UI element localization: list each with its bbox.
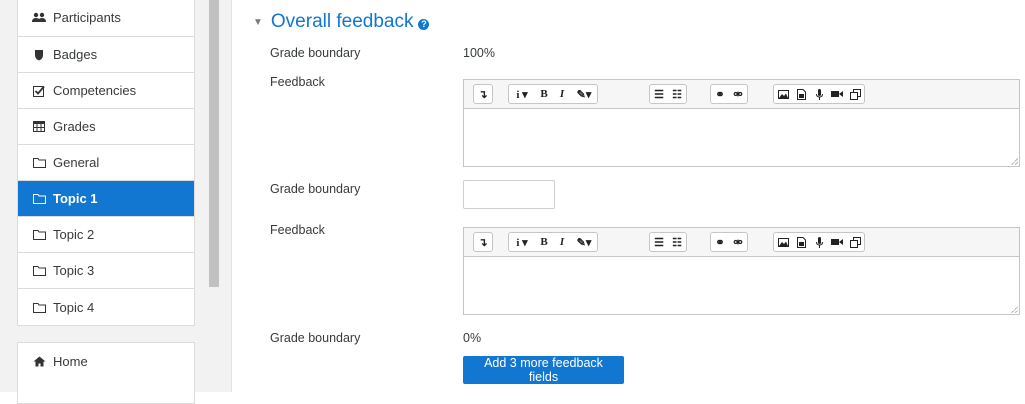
grade-boundary-label: Grade boundary [270,46,361,60]
collapse-icon[interactable]: ↴ [474,233,492,251]
toolbar-group-links: ⚭ ⚮ [710,84,748,104]
image-icon[interactable] [774,233,792,251]
grade-boundary-input[interactable] [463,180,555,209]
table-icon [31,121,47,132]
ordered-list-icon[interactable]: ☷ [668,85,686,103]
sidebar-item-competencies[interactable]: Competencies [18,73,194,109]
media-icon[interactable] [792,85,810,103]
text-color-icon[interactable]: ✎▾ [571,85,597,103]
checkbox-icon [31,85,47,97]
sidebar-item-label: Competencies [53,83,137,98]
site-nav-block: Home [17,342,195,404]
toolbar-group-collapse: ↴ [473,232,493,252]
manage-files-icon[interactable] [846,85,864,103]
home-icon [31,356,47,367]
editor-toolbar: ↴ i ▾ B I ✎▾ ☰ ☷ ⚭ ⚮ [464,80,1019,109]
grade-boundary-label: Grade boundary [270,182,361,196]
paragraph-style-icon[interactable]: i ▾ [509,85,535,103]
sidebar-item-topic-3[interactable]: Topic 3 [18,253,194,289]
sidebar-item-topic-2[interactable]: Topic 2 [18,217,194,253]
help-icon[interactable]: ? [418,18,430,30]
section-header-overall-feedback[interactable]: ▼ Overall feedback ? [253,11,430,33]
toolbar-group-lists: ☰ ☷ [649,84,687,104]
toolbar-group-lists: ☰ ☷ [649,232,687,252]
sidebar-item-label: Badges [53,47,98,62]
sidebar-item-label: Participants [53,10,121,25]
unordered-list-icon[interactable]: ☰ [650,85,668,103]
bold-icon[interactable]: B [535,85,553,103]
sidebar-divider [231,0,232,392]
link-icon[interactable]: ⚭ [711,233,729,251]
toolbar-group-style: i ▾ B I ✎▾ [508,84,598,104]
sidebar-item-grades[interactable]: Grades [18,109,194,145]
record-video-icon[interactable] [828,233,846,251]
section-title: Overall feedback [270,11,414,32]
text-color-icon[interactable]: ✎▾ [571,233,597,251]
italic-icon[interactable]: I [553,233,571,251]
manage-files-icon[interactable] [846,233,864,251]
toolbar-group-style: i ▾ B I ✎▾ [508,232,598,252]
feedback-editor-2: ↴ i ▾ B I ✎▾ ☰ ☷ ⚭ ⚮ [463,227,1020,315]
resize-handle-icon[interactable] [1011,306,1018,313]
sidebar-item-topic-4[interactable]: Topic 4 [18,289,194,325]
link-icon[interactable]: ⚭ [711,85,729,103]
folder-icon [31,193,47,204]
unlink-icon[interactable]: ⚮ [729,85,747,103]
sidebar-item-label: Topic 1 [53,191,98,206]
italic-icon[interactable]: I [553,85,571,103]
course-nav-block: Participants Badges Competencies Grades … [17,0,195,326]
feedback-label: Feedback [270,75,325,89]
sidebar-item-label: Grades [53,119,96,134]
add-feedback-fields-button[interactable]: Add 3 more feedback fields [463,356,624,384]
grade-boundary-label: Grade boundary [270,331,361,345]
sidebar-item-topic-1[interactable]: Topic 1 [18,181,194,217]
unlink-icon[interactable]: ⚮ [729,233,747,251]
feedback-text-area-2[interactable] [464,257,1019,314]
toolbar-group-links: ⚭ ⚮ [710,232,748,252]
image-icon[interactable] [774,85,792,103]
feedback-label: Feedback [270,223,325,237]
sidebar-item-general[interactable]: General [18,145,194,181]
sidebar-item-label: Topic 2 [53,227,95,242]
bold-icon[interactable]: B [535,233,553,251]
users-icon [31,12,47,23]
toolbar-group-media [773,84,865,104]
toolbar-group-media [773,232,865,252]
shield-icon [31,49,47,61]
sidebar-item-participants[interactable]: Participants [18,0,194,37]
editor-toolbar: ↴ i ▾ B I ✎▾ ☰ ☷ ⚭ ⚮ [464,228,1019,257]
feedback-text-area-1[interactable] [464,109,1019,166]
folder-icon [31,157,47,168]
toolbar-group-collapse: ↴ [473,84,493,104]
folder-icon [31,265,47,276]
sidebar-item-label: Home [53,353,88,369]
sidebar-item-home[interactable]: Home [18,343,194,379]
sidebar-item-label: General [53,155,100,170]
media-icon[interactable] [792,233,810,251]
ordered-list-icon[interactable]: ☷ [668,233,686,251]
sidebar-item-label: Topic 4 [53,299,95,315]
paragraph-style-icon[interactable]: i ▾ [509,233,535,251]
grade-boundary-bottom-value: 0% [463,331,482,345]
collapse-icon[interactable]: ↴ [474,85,492,103]
record-audio-icon[interactable] [810,233,828,251]
folder-icon [31,302,47,313]
record-video-icon[interactable] [828,85,846,103]
folder-icon [31,229,47,240]
feedback-editor-1: ↴ i ▾ B I ✎▾ ☰ ☷ ⚭ ⚮ [463,79,1020,167]
resize-handle-icon[interactable] [1011,158,1018,165]
sidebar-item-badges[interactable]: Badges [18,37,194,73]
unordered-list-icon[interactable]: ☰ [650,233,668,251]
sidebar-scrollbar-thumb[interactable] [209,0,219,287]
record-audio-icon[interactable] [810,85,828,103]
sidebar-item-label: Topic 3 [53,263,95,278]
grade-boundary-top-value: 100% [463,46,495,60]
collapse-caret-icon[interactable]: ▼ [253,17,263,28]
